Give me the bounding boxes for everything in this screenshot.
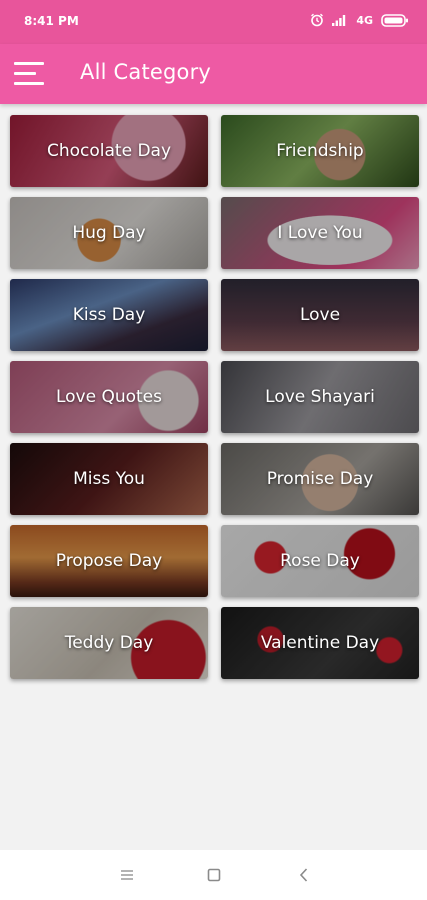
category-card-chocolate-day[interactable]: Chocolate Day bbox=[10, 115, 208, 187]
category-card-hug-day[interactable]: Hug Day bbox=[10, 197, 208, 269]
category-card-love[interactable]: Love bbox=[221, 279, 419, 351]
category-card-i-love-you[interactable]: I Love You bbox=[221, 197, 419, 269]
status-icons: 4G bbox=[310, 13, 409, 27]
category-label: Teddy Day bbox=[64, 633, 154, 653]
category-label: Valentine Day bbox=[260, 633, 380, 653]
category-label: Love bbox=[299, 305, 341, 325]
category-label: Love Quotes bbox=[55, 387, 163, 407]
home-icon[interactable] bbox=[201, 863, 227, 887]
category-label: Kiss Day bbox=[72, 305, 146, 325]
category-card-miss-you[interactable]: Miss You bbox=[10, 443, 208, 515]
hamburger-menu-icon[interactable] bbox=[14, 62, 46, 86]
category-label: Hug Day bbox=[72, 223, 146, 243]
app-bar: All Category bbox=[0, 44, 427, 104]
category-grid: Chocolate Day Friendship Hug Day I Love … bbox=[10, 115, 420, 679]
category-card-love-shayari[interactable]: Love Shayari bbox=[221, 361, 419, 433]
category-card-valentine-day[interactable]: Valentine Day bbox=[221, 607, 419, 679]
alarm-icon bbox=[311, 13, 324, 27]
back-icon[interactable] bbox=[291, 863, 317, 887]
category-card-propose-day[interactable]: Propose Day bbox=[10, 525, 208, 597]
category-card-friendship[interactable]: Friendship bbox=[221, 115, 419, 187]
category-label: Friendship bbox=[276, 141, 364, 161]
battery-icon bbox=[381, 13, 408, 27]
category-label: Miss You bbox=[73, 469, 145, 489]
category-card-teddy-day[interactable]: Teddy Day bbox=[10, 607, 208, 679]
category-label: Rose Day bbox=[280, 551, 360, 571]
category-label: Chocolate Day bbox=[46, 141, 172, 161]
category-label: I Love You bbox=[277, 223, 363, 243]
category-card-love-quotes[interactable]: Love Quotes bbox=[10, 361, 208, 433]
status-time: 8:41 PM bbox=[24, 14, 79, 28]
category-card-rose-day[interactable]: Rose Day bbox=[221, 525, 419, 597]
status-bar: 8:41 PM 4G bbox=[0, 0, 427, 44]
recents-icon[interactable] bbox=[114, 863, 140, 887]
category-card-promise-day[interactable]: Promise Day bbox=[221, 443, 419, 515]
category-label: Promise Day bbox=[266, 469, 374, 489]
page-title: All Category bbox=[80, 60, 212, 84]
category-label: Love Shayari bbox=[265, 387, 375, 407]
signal-icon bbox=[332, 15, 346, 26]
network-type: 4G bbox=[356, 13, 373, 27]
category-card-kiss-day[interactable]: Kiss Day bbox=[10, 279, 208, 351]
category-label: Propose Day bbox=[55, 551, 163, 571]
system-nav-bar bbox=[0, 850, 427, 900]
